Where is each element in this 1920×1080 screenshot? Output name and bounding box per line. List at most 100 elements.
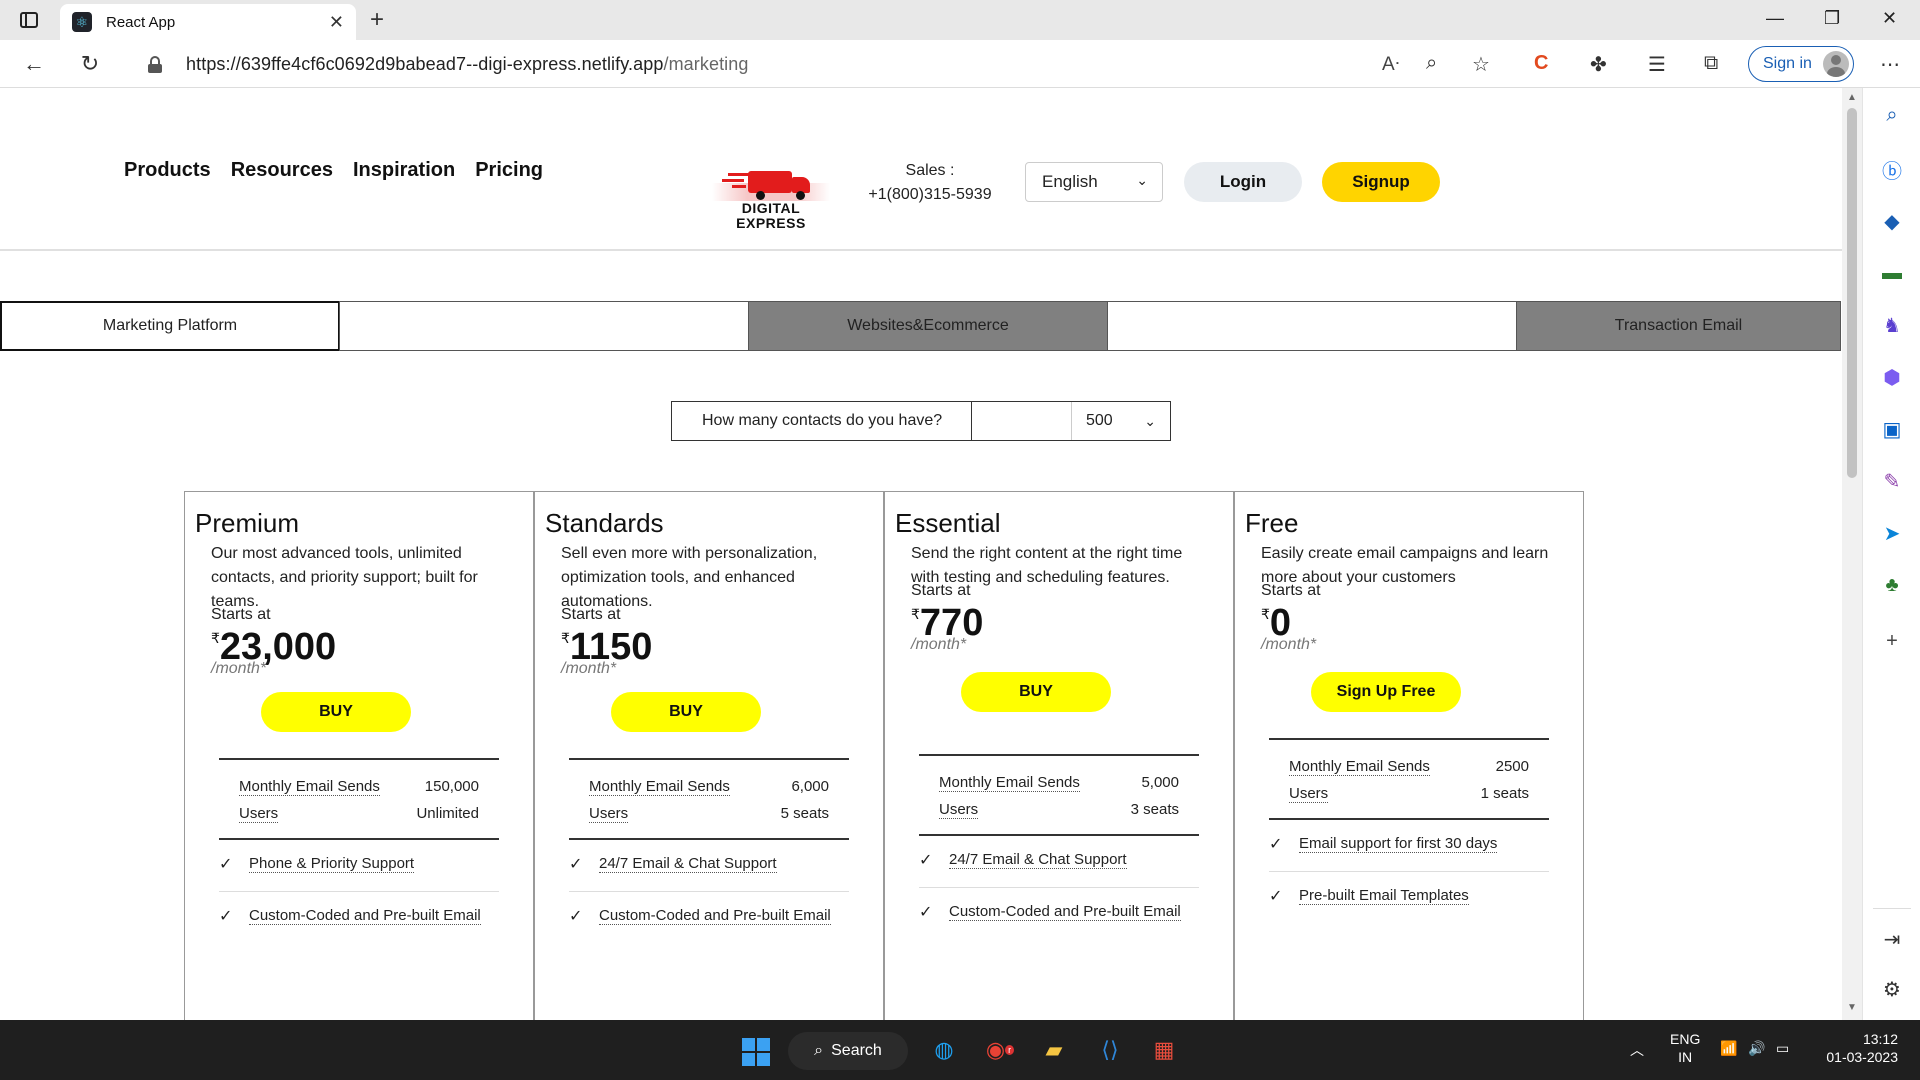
collections-icon[interactable]: ⧉ bbox=[1704, 52, 1718, 75]
plan-card-standards: Standards Sell even more with personaliz… bbox=[534, 491, 884, 1020]
hide-sidebar-icon[interactable]: ⇥ bbox=[1879, 926, 1905, 952]
tab-close-icon[interactable]: ✕ bbox=[329, 12, 344, 33]
tab-transaction-email[interactable]: Transaction Email bbox=[1516, 301, 1841, 351]
contacts-selector: How many contacts do you have? 500 ⌄ bbox=[671, 401, 1171, 441]
digital-express-logo[interactable]: DIGITAL EXPRESS bbox=[712, 165, 830, 231]
page-scrollbar[interactable]: ▲ ▼ bbox=[1842, 88, 1862, 1020]
per-month-label: /month* bbox=[211, 660, 267, 677]
bing-chat-icon[interactable]: ⓑ bbox=[1879, 156, 1905, 183]
category-tabs: Marketing Platform Websites&Ecommerce Tr… bbox=[0, 301, 1842, 351]
microsoft-store-icon[interactable]: ▦ bbox=[1146, 1032, 1182, 1068]
volume-icon[interactable]: 🔊 bbox=[1748, 1040, 1765, 1057]
file-explorer-icon[interactable]: ▰ bbox=[1036, 1032, 1072, 1068]
games-icon[interactable]: ♞ bbox=[1879, 312, 1905, 338]
windows-start-icon[interactable] bbox=[742, 1038, 770, 1066]
divider bbox=[219, 758, 499, 760]
close-window-button[interactable]: ✕ bbox=[1882, 8, 1897, 29]
divider bbox=[569, 758, 849, 760]
refresh-icon[interactable]: ↻ bbox=[76, 50, 104, 78]
plan-card-premium: Premium Our most advanced tools, unlimit… bbox=[184, 491, 534, 1020]
minimize-button[interactable]: — bbox=[1766, 8, 1784, 29]
feature-item: ✓ Custom-Coded and Pre-built Email bbox=[919, 903, 1181, 921]
zoom-icon[interactable]: ⌕ bbox=[1426, 52, 1437, 75]
feature-item: ✓ 24/7 Email & Chat Support bbox=[569, 855, 777, 873]
buy-button[interactable]: BUY bbox=[261, 692, 411, 732]
url-text[interactable]: https://639ffe4cf6c0692d9babead7--digi-e… bbox=[186, 54, 749, 75]
stat-email-sends: Monthly Email Sends 5,000 bbox=[939, 774, 1179, 792]
language-value: English bbox=[1042, 172, 1098, 191]
lock-icon[interactable] bbox=[148, 56, 162, 73]
sales-contact: Sales : +1(800)315-5939 bbox=[860, 159, 1000, 207]
battery-icon[interactable]: ▭ bbox=[1776, 1040, 1789, 1057]
tab-websites-ecommerce[interactable]: Websites&Ecommerce bbox=[748, 301, 1108, 351]
more-options-icon[interactable]: ⋯ bbox=[1880, 52, 1900, 77]
nav-pricing[interactable]: Pricing bbox=[475, 159, 543, 182]
scroll-up-arrow-icon[interactable]: ▲ bbox=[1847, 92, 1857, 103]
clock[interactable]: 13:12 01-03-2023 bbox=[1812, 1030, 1898, 1066]
wifi-icon[interactable]: 📶 bbox=[1720, 1040, 1737, 1057]
outlook-icon[interactable]: ▣ bbox=[1879, 416, 1905, 442]
language-select[interactable]: English ⌄ bbox=[1025, 162, 1163, 202]
contacts-select[interactable]: 500 ⌄ bbox=[1072, 412, 1170, 430]
browser-tab[interactable]: ⚛ React App ✕ bbox=[60, 4, 356, 40]
extensions-icon[interactable]: ✤ bbox=[1590, 52, 1607, 77]
add-icon[interactable]: + bbox=[1879, 628, 1905, 654]
plan-name: Essential bbox=[895, 508, 1001, 538]
signup-button[interactable]: Signup bbox=[1322, 162, 1440, 202]
contacts-value: 500 bbox=[1086, 412, 1113, 429]
nav-resources[interactable]: Resources bbox=[231, 159, 333, 182]
tab-blank-2[interactable] bbox=[1107, 301, 1517, 351]
show-hidden-icons-icon[interactable]: ︿ bbox=[1630, 1040, 1644, 1060]
stat-users: Users 5 seats bbox=[589, 805, 829, 823]
tree-icon[interactable]: ♣ bbox=[1879, 572, 1905, 598]
nav-products[interactable]: Products bbox=[124, 159, 211, 182]
scroll-down-arrow-icon[interactable]: ▼ bbox=[1847, 1002, 1857, 1013]
check-icon: ✓ bbox=[1269, 836, 1283, 853]
check-icon: ✓ bbox=[919, 852, 933, 869]
buy-button[interactable]: BUY bbox=[611, 692, 761, 732]
feature-item: ✓ 24/7 Email & Chat Support bbox=[919, 851, 1127, 869]
edge-sidebar: ⌕ ⓑ ◆ ▬ ♞ ⬢ ▣ ✎ ➤ ♣ + ⇥ ⚙ bbox=[1862, 88, 1920, 1020]
plan-name: Premium bbox=[195, 508, 300, 538]
send-icon[interactable]: ➤ bbox=[1879, 520, 1905, 546]
signin-button[interactable]: Sign in bbox=[1748, 46, 1854, 82]
divider bbox=[1269, 738, 1549, 740]
tab-marketing-platform[interactable]: Marketing Platform bbox=[0, 301, 340, 351]
new-tab-button[interactable]: + bbox=[370, 6, 384, 34]
feature-item: ✓ Email support for first 30 days bbox=[1269, 835, 1498, 853]
site-header: Products Resources Inspiration Pricing D… bbox=[0, 89, 1842, 251]
shopping-tag-icon[interactable]: ◆ bbox=[1879, 208, 1905, 234]
starts-at-label: Starts at bbox=[1261, 582, 1321, 599]
edge-taskbar-icon[interactable]: ◍ bbox=[926, 1032, 962, 1068]
copilot-extension-icon[interactable]: C bbox=[1534, 52, 1548, 75]
vscode-icon[interactable]: ⟨⟩ bbox=[1092, 1032, 1128, 1068]
maximize-button[interactable]: ❐ bbox=[1824, 8, 1840, 29]
designer-icon[interactable]: ✎ bbox=[1879, 468, 1905, 494]
favorites-icon[interactable]: ☰ bbox=[1648, 52, 1666, 77]
sales-phone[interactable]: +1(800)315-5939 bbox=[860, 183, 1000, 207]
scroll-thumb[interactable] bbox=[1847, 108, 1857, 478]
tab-actions-icon[interactable] bbox=[18, 9, 40, 31]
feature-item: ✓ Custom-Coded and Pre-built Email bbox=[569, 907, 831, 925]
buy-button[interactable]: BUY bbox=[961, 672, 1111, 712]
favorite-add-icon[interactable]: ☆ bbox=[1472, 52, 1490, 77]
stat-users: Users Unlimited bbox=[239, 805, 479, 823]
tab-blank-1[interactable] bbox=[339, 301, 749, 351]
login-button[interactable]: Login bbox=[1184, 162, 1302, 202]
search-icon[interactable]: ⌕ bbox=[1879, 102, 1905, 128]
plan-description: Sell even more with personalization, opt… bbox=[561, 545, 818, 610]
stat-users: Users 3 seats bbox=[939, 801, 1179, 819]
nav-inspiration[interactable]: Inspiration bbox=[353, 159, 455, 182]
language-indicator[interactable]: ENG IN bbox=[1670, 1030, 1700, 1066]
back-arrow-icon[interactable]: ← bbox=[20, 50, 48, 78]
plan-card-free: Free Easily create email campaigns and l… bbox=[1234, 491, 1584, 1020]
taskbar-search[interactable]: ⌕ Search bbox=[788, 1032, 908, 1070]
gear-icon[interactable]: ⚙ bbox=[1879, 976, 1905, 1002]
address-bar[interactable]: https://639ffe4cf6c0692d9babead7--digi-e… bbox=[124, 46, 1414, 82]
microsoft-365-icon[interactable]: ⬢ bbox=[1879, 364, 1905, 390]
chrome-taskbar-icon[interactable]: ◉ r bbox=[982, 1032, 1018, 1068]
sign-up-free-button[interactable]: Sign Up Free bbox=[1311, 672, 1461, 712]
contacts-input[interactable] bbox=[972, 402, 1072, 440]
tools-briefcase-icon[interactable]: ▬ bbox=[1879, 260, 1905, 286]
read-aloud-icon[interactable]: Aᐧ bbox=[1382, 53, 1400, 76]
